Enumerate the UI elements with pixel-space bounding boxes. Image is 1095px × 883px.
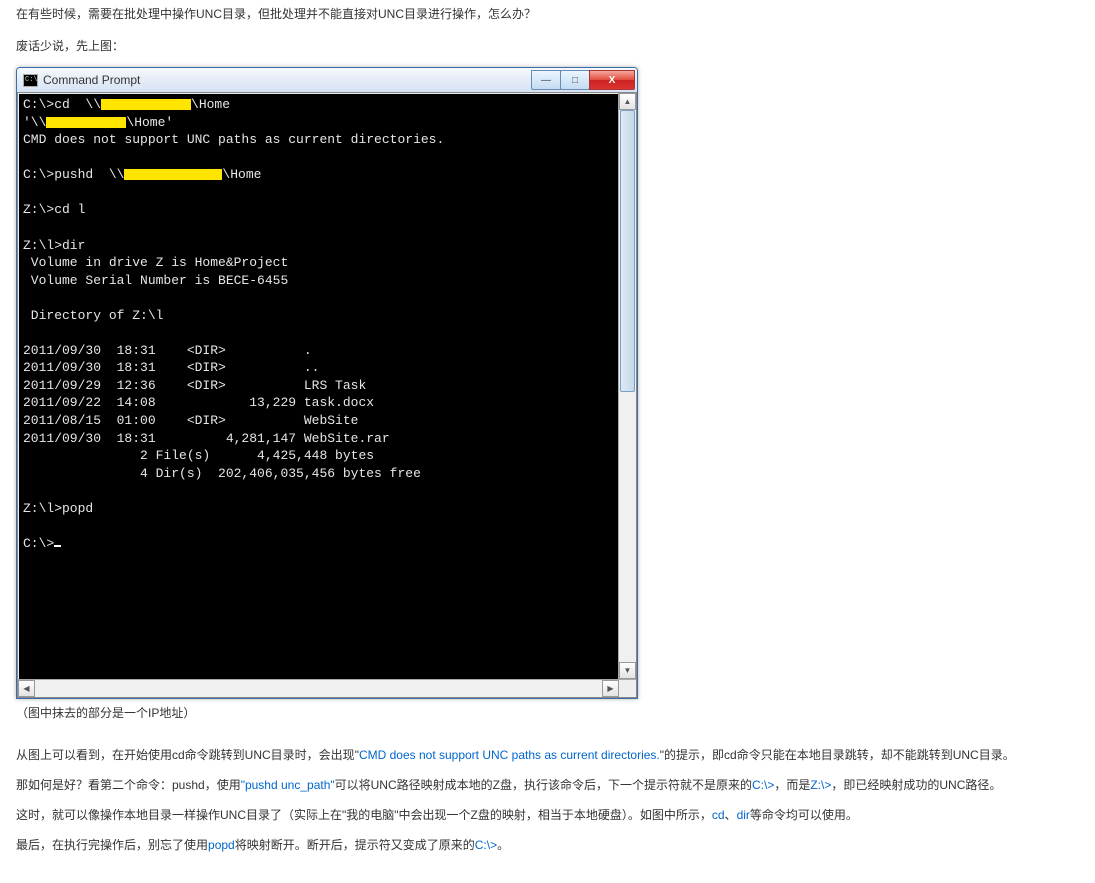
term-line: 4 Dir(s) 202,406,035,456 bytes free [23, 466, 421, 481]
redacted-ip [124, 169, 222, 180]
cd-cmd: cd [712, 808, 725, 822]
scroll-thumb[interactable] [620, 110, 635, 392]
text: 等命令均可以使用。 [750, 808, 858, 822]
c-prompt: C:\> [475, 838, 497, 852]
term-line: CMD does not support UNC paths as curren… [23, 132, 444, 147]
body-p4: 最后，在执行完操作后，别忘了使用popd将映射断开。断开后，提示符又变成了原来的… [16, 833, 1079, 857]
term-line: 2011/09/30 18:31 <DIR> . [23, 343, 312, 358]
image-caption: （图中抹去的部分是一个IP地址） [16, 703, 1079, 725]
window-title: Command Prompt [43, 73, 532, 87]
term-line: 2011/09/30 18:31 <DIR> .. [23, 360, 319, 375]
term-line: \Home [222, 167, 261, 182]
term-line: C:\> [23, 536, 54, 551]
term-line: C:\>pushd \\ [23, 167, 124, 182]
cmd-icon: C:\ [23, 74, 38, 87]
term-line: 2011/09/29 12:36 <DIR> LRS Task [23, 378, 366, 393]
term-line: Z:\>cd l [23, 202, 85, 217]
dir-cmd: dir [737, 808, 750, 822]
text: 从图上可以看到，在开始使用cd命令跳转到UNC目录时，会出现 [16, 748, 355, 762]
command-prompt-window: C:\ Command Prompt — □ X C:\>cd \\ \Home … [16, 67, 638, 699]
body-p2: 那如何是好？看第二个命令：pushd，使用"pushd unc_path"可以将… [16, 773, 1079, 797]
term-line: \Home [191, 97, 230, 112]
terminal-output[interactable]: C:\>cd \\ \Home '\\ \Home' CMD does not su… [19, 94, 635, 696]
text: 、 [725, 808, 737, 822]
term-line: 2011/09/30 18:31 4,281,147 WebSite.rar [23, 431, 390, 446]
popd-cmd: popd [208, 838, 235, 852]
text: 这时，就可以像操作本地目录一样操作UNC目录了（实际上在"我的电脑"中会出现一个… [16, 808, 712, 822]
term-line: 2 File(s) 4,425,448 bytes [23, 448, 374, 463]
c-prompt: C:\> [752, 778, 774, 792]
term-line: Directory of Z:\l [23, 308, 163, 323]
minimize-button[interactable]: — [531, 70, 561, 90]
scroll-corner [619, 680, 636, 697]
quoted-cmd-error: CMD does not support UNC paths as curren… [359, 748, 660, 762]
text: ，即已经映射成功的UNC路径。 [831, 778, 1001, 792]
text: 的提示，即cd命令只能在本地目录跳转，却不能跳转到UNC目录。 [664, 748, 1015, 762]
scroll-down-arrow-icon[interactable]: ▼ [619, 662, 636, 679]
pushd-cmd: "pushd unc_path" [241, 778, 335, 792]
cursor [54, 545, 61, 547]
intro-paragraph-1: 在有些时候，需要在批处理中操作UNC目录，但批处理并不能直接对UNC目录进行操作… [16, 4, 1079, 26]
body-p3: 这时，就可以像操作本地目录一样操作UNC目录了（实际上在"我的电脑"中会出现一个… [16, 803, 1079, 827]
redacted-ip [101, 99, 191, 110]
horizontal-scrollbar[interactable]: ◀ ▶ [18, 679, 636, 697]
text: 可以将UNC路径映射成本地的Z盘，执行该命令后，下一个提示符就不是原来的 [335, 778, 752, 792]
text: 最后，在执行完操作后，别忘了使用 [16, 838, 208, 852]
scroll-up-arrow-icon[interactable]: ▲ [619, 93, 636, 110]
term-line: Volume Serial Number is BECE-6455 [23, 273, 288, 288]
term-line: Z:\l>popd [23, 501, 93, 516]
term-line: C:\>cd \\ [23, 97, 101, 112]
window-titlebar[interactable]: C:\ Command Prompt — □ X [17, 68, 637, 93]
term-line: 2011/09/22 14:08 13,229 task.docx [23, 395, 374, 410]
maximize-button[interactable]: □ [560, 70, 590, 90]
term-line: Z:\l>dir [23, 238, 85, 253]
body-p1: 从图上可以看到，在开始使用cd命令跳转到UNC目录时，会出现"CMD does … [16, 743, 1079, 767]
terminal-container: C:\>cd \\ \Home '\\ \Home' CMD does not su… [17, 93, 637, 698]
text: 将映射断开。断开后，提示符又变成了原来的 [235, 838, 475, 852]
intro-paragraph-2: 废话少说，先上图： [16, 36, 1079, 58]
text: 那如何是好？看第二个命令：pushd，使用 [16, 778, 241, 792]
body-content: 从图上可以看到，在开始使用cd命令跳转到UNC目录时，会出现"CMD does … [16, 743, 1079, 857]
text: 。 [497, 838, 509, 852]
scroll-right-arrow-icon[interactable]: ▶ [602, 680, 619, 697]
term-line: '\\ [23, 115, 46, 130]
close-button[interactable]: X [589, 70, 635, 90]
redacted-ip [46, 117, 126, 128]
term-line: Volume in drive Z is Home&Project [23, 255, 288, 270]
vertical-scrollbar[interactable]: ▲ ▼ [618, 93, 636, 679]
z-prompt: Z:\> [810, 778, 831, 792]
term-line: \Home' [126, 115, 173, 130]
term-line: 2011/08/15 01:00 <DIR> WebSite [23, 413, 358, 428]
text: ，而是 [774, 778, 810, 792]
scroll-left-arrow-icon[interactable]: ◀ [18, 680, 35, 697]
